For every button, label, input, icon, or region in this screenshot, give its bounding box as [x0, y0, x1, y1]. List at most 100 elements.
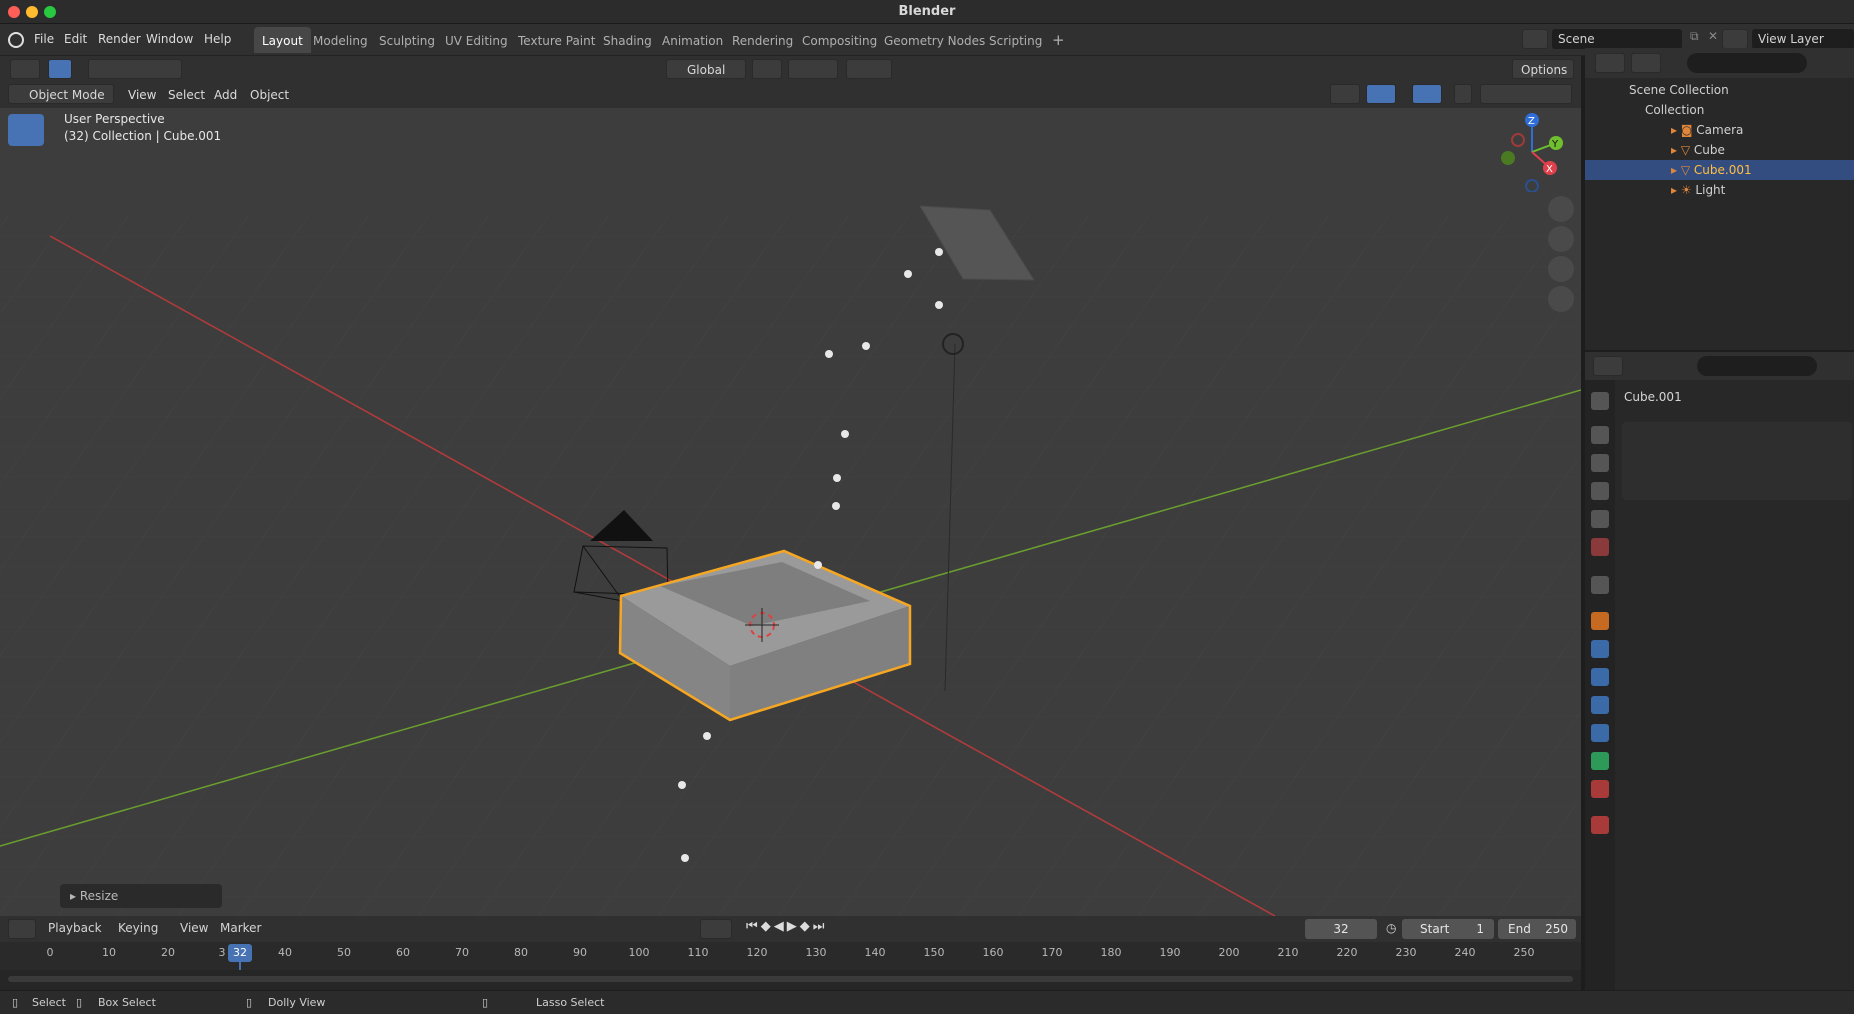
timeline-area[interactable]: [0, 970, 1581, 990]
menu-window[interactable]: Window: [146, 32, 193, 46]
tab-layout[interactable]: Layout: [254, 27, 311, 53]
tab-texture-paint[interactable]: Texture Paint: [510, 27, 603, 53]
selection-mode-buttons[interactable]: [88, 59, 182, 79]
camera-view-icon[interactable]: [1548, 256, 1574, 282]
outliner-item-cube[interactable]: ▸ ▽ Cube: [1585, 140, 1854, 160]
editor-type-icon[interactable]: [10, 59, 40, 79]
menu-render[interactable]: Render: [98, 32, 141, 46]
timeline-scrollbar[interactable]: [8, 976, 1573, 982]
end-frame-field[interactable]: End 250: [1498, 919, 1576, 939]
ortho-grid-icon[interactable]: [1548, 286, 1574, 312]
view-layer-tab-icon[interactable]: [1591, 482, 1609, 500]
menu-keying[interactable]: Keying: [118, 921, 158, 935]
timeline-editor-icon[interactable]: [8, 919, 36, 939]
properties-editor-icon[interactable]: [1593, 356, 1623, 376]
select-tool-icon[interactable]: [48, 59, 72, 79]
tab-sculpting[interactable]: Sculpting: [371, 27, 443, 53]
menu-marker[interactable]: Marker: [220, 921, 261, 935]
current-frame-field[interactable]: 32: [1305, 919, 1377, 939]
output-tab-icon[interactable]: [1591, 454, 1609, 472]
snap-icon[interactable]: [788, 59, 838, 79]
transform-tool-icon[interactable]: [8, 292, 44, 324]
add-cube-tool-icon[interactable]: [8, 412, 44, 444]
tick-label: 190: [1159, 946, 1181, 959]
particles-tab-icon[interactable]: [1591, 668, 1609, 686]
visibility-icon[interactable]: [1330, 84, 1360, 104]
view-layer-field[interactable]: View Layer: [1752, 29, 1854, 49]
menu-view[interactable]: View: [128, 88, 156, 102]
stopwatch-icon[interactable]: ◷: [1386, 921, 1396, 935]
outliner-collection[interactable]: Collection: [1585, 100, 1854, 120]
outliner-search-input[interactable]: [1687, 53, 1807, 73]
pivot-point-icon[interactable]: [752, 59, 782, 79]
blender-logo-icon[interactable]: [8, 32, 24, 48]
menu-add[interactable]: Add: [214, 88, 237, 102]
proportional-edit-icon[interactable]: [846, 59, 892, 79]
outliner-item-light[interactable]: ▸ ☀ Light: [1585, 180, 1854, 200]
tab-uv-editing[interactable]: UV Editing: [437, 27, 516, 53]
menu-timeline-view[interactable]: View: [180, 921, 208, 935]
transform-orientation-dropdown[interactable]: Global: [666, 59, 746, 79]
scene-tab-icon[interactable]: [1591, 510, 1609, 528]
tab-shading[interactable]: Shading: [595, 27, 660, 53]
annotate-tool-icon[interactable]: [8, 336, 44, 368]
move-tool-icon[interactable]: [8, 188, 44, 220]
tab-animation[interactable]: Animation: [654, 27, 731, 53]
add-workspace-button[interactable]: +: [1044, 27, 1073, 53]
data-tab-icon[interactable]: [1591, 752, 1609, 770]
cursor-tool-icon[interactable]: [8, 150, 44, 182]
menu-playback[interactable]: Playback: [48, 921, 102, 935]
pan-hand-icon[interactable]: [1548, 226, 1574, 252]
xray-icon[interactable]: [1454, 84, 1472, 104]
mesh-icon: ▸ ▽: [1671, 163, 1694, 177]
menu-file[interactable]: File: [34, 32, 54, 46]
playhead-frame-indicator[interactable]: 32: [228, 944, 252, 962]
3d-viewport[interactable]: User Perspective (32) Collection | Cube.…: [0, 56, 1581, 916]
modifier-tab-icon[interactable]: [1591, 640, 1609, 658]
scale-tool-icon[interactable]: [8, 258, 44, 290]
tab-compositing[interactable]: Compositing: [794, 27, 885, 53]
outliner-scene-collection[interactable]: Scene Collection: [1585, 80, 1854, 100]
outliner-item-camera[interactable]: ▸ ◙ Camera: [1585, 120, 1854, 140]
tool-tab-icon[interactable]: [1591, 392, 1609, 410]
collection-tab-icon[interactable]: [1591, 576, 1609, 594]
rotate-tool-icon[interactable]: [8, 222, 44, 254]
navigation-gizmo[interactable]: Z Y X: [1494, 112, 1566, 192]
start-frame-field[interactable]: Start 1: [1402, 919, 1494, 939]
zoom-icon[interactable]: [1548, 196, 1574, 222]
select-box-tool-icon[interactable]: [8, 114, 44, 146]
status-bar: ▯ Select ▯ Box Select ▯ Dolly View ▯ Las…: [0, 990, 1854, 1014]
menu-edit[interactable]: Edit: [64, 32, 87, 46]
constraints-tab-icon[interactable]: [1591, 724, 1609, 742]
physics-tab-icon[interactable]: [1591, 696, 1609, 714]
scene-name-field[interactable]: Scene: [1552, 29, 1682, 49]
object-mode-dropdown[interactable]: Object Mode: [8, 84, 114, 104]
outliner-item-cube001[interactable]: ▸ ▽ Cube.001: [1585, 160, 1854, 180]
options-dropdown[interactable]: Options: [1512, 59, 1574, 79]
overlay-toggle-icon[interactable]: [1412, 84, 1442, 104]
menu-help[interactable]: Help: [204, 32, 231, 46]
world-tab-icon[interactable]: [1591, 538, 1609, 556]
material-tab-icon[interactable]: [1591, 780, 1609, 798]
tab-scripting[interactable]: Scripting: [981, 27, 1050, 53]
measure-tool-icon[interactable]: [8, 370, 44, 402]
menu-object[interactable]: Object: [250, 88, 289, 102]
auto-keying-icon[interactable]: [700, 919, 732, 939]
operator-panel[interactable]: ▸ Resize: [60, 884, 222, 908]
tab-rendering[interactable]: Rendering: [724, 27, 801, 53]
gizmo-toggle-icon[interactable]: [1366, 84, 1396, 104]
outliner-display-mode-icon[interactable]: [1631, 53, 1661, 73]
texture-tab-icon[interactable]: [1591, 816, 1609, 834]
shading-mode-buttons[interactable]: [1480, 84, 1572, 104]
menu-select[interactable]: Select: [168, 88, 205, 102]
view-layer-browse-icon[interactable]: [1722, 29, 1748, 49]
outliner-editor-icon[interactable]: [1595, 53, 1625, 73]
scene-browse-icon[interactable]: [1522, 29, 1548, 49]
scene-copy-icon[interactable]: ⧉: [1690, 29, 1706, 45]
render-tab-icon[interactable]: [1591, 426, 1609, 444]
tab-modeling[interactable]: Modeling: [305, 27, 376, 53]
object-tab-icon[interactable]: [1591, 612, 1609, 630]
playback-controls[interactable]: ⏮◆◀▶◆⏭: [746, 919, 862, 939]
tab-geometry-nodes[interactable]: Geometry Nodes: [876, 27, 993, 53]
properties-search-input[interactable]: [1697, 356, 1817, 376]
